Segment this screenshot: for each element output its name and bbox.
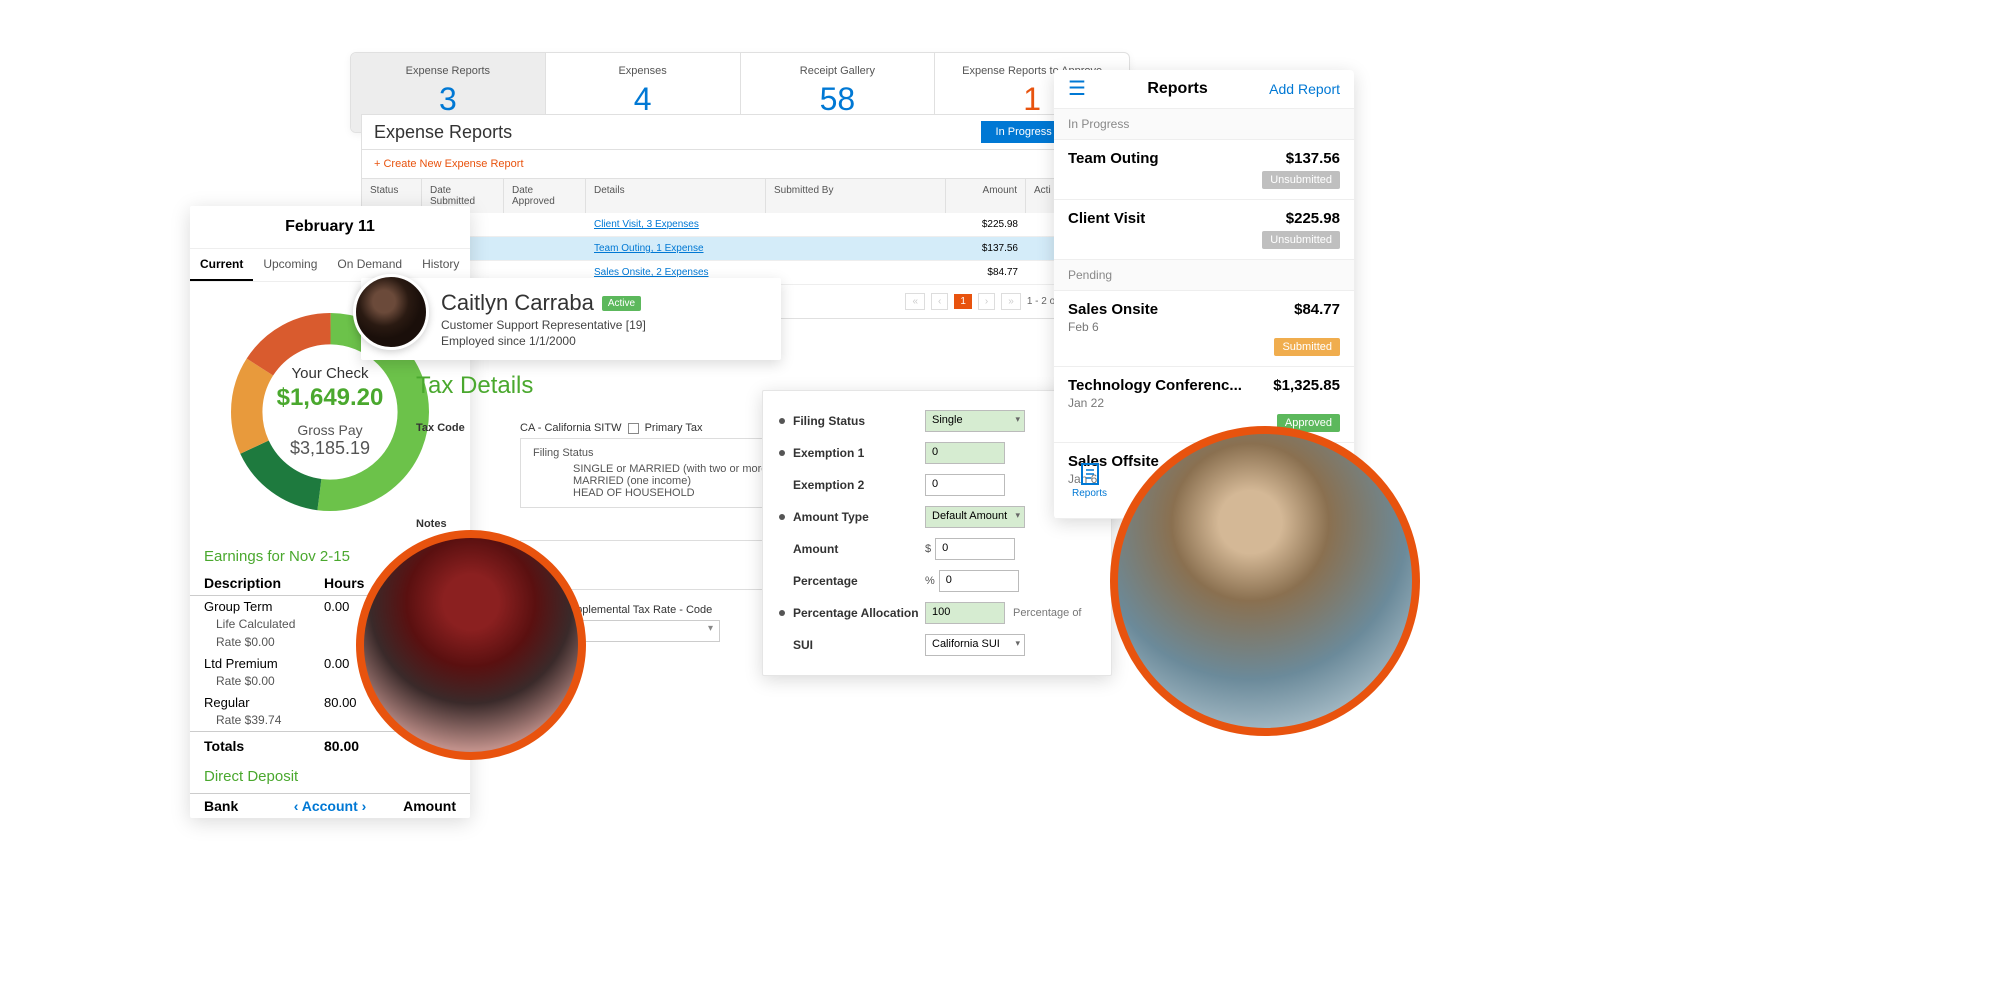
form-row: Percentage Allocation100Percentage of xyxy=(779,597,1095,629)
select-field[interactable]: Default Amount▾ xyxy=(925,506,1025,528)
notes-label: Notes xyxy=(416,518,520,530)
table-row[interactable]: Team Outing, 1 Expense $137.56 xyxy=(362,237,1120,261)
primary-tax-checkbox[interactable] xyxy=(628,423,639,434)
select-field[interactable]: California SUI▾ xyxy=(925,634,1025,656)
document-icon xyxy=(1078,462,1102,486)
form-row: Percentage%0 xyxy=(779,565,1095,597)
form-row: Filing StatusSingle▾ xyxy=(779,405,1095,437)
report-amount: $225.98 xyxy=(1286,210,1340,227)
paycheck-date: February 11 xyxy=(190,206,470,249)
add-report-link[interactable]: Add Report xyxy=(1269,81,1340,97)
report-amount: $137.56 xyxy=(1286,150,1340,167)
status-badge: Submitted xyxy=(1274,338,1340,356)
input-field[interactable]: 0 xyxy=(939,570,1019,592)
field-label: Amount xyxy=(793,542,925,556)
direct-deposit-header: Bank ‹ Account › Amount xyxy=(190,793,470,818)
employee-header-card: Caitlyn CarrabaActive Customer Support R… xyxy=(361,278,781,360)
table-header: Status Date Submitted Date Approved Deta… xyxy=(362,179,1120,213)
input-field[interactable]: 0 xyxy=(935,538,1015,560)
summary-value: 3 xyxy=(361,81,535,118)
report-item[interactable]: Client Visit $225.98 Unsubmitted xyxy=(1054,200,1354,260)
required-dot-icon xyxy=(779,610,785,616)
pager-first-icon[interactable]: « xyxy=(905,293,925,310)
col-details: Details xyxy=(586,179,766,213)
your-check-amount: $1,649.20 xyxy=(277,384,384,412)
report-name: Technology Conferenc... xyxy=(1068,377,1242,394)
form-row: Exemption 10 xyxy=(779,437,1095,469)
summary-value: 4 xyxy=(556,81,730,118)
reports-app-icon[interactable]: Reports xyxy=(1072,462,1107,499)
gross-pay-label: Gross Pay xyxy=(277,422,384,438)
panel-title: Expense Reports xyxy=(374,122,512,143)
decorative-photo xyxy=(356,530,586,760)
details-link[interactable]: Client Visit, 3 Expenses xyxy=(586,213,766,236)
avatar xyxy=(353,274,429,350)
input-field[interactable]: 0 xyxy=(925,442,1005,464)
hamburger-icon[interactable]: ☰ xyxy=(1068,83,1086,95)
summary-label: Expenses xyxy=(556,65,730,77)
report-item[interactable]: Sales Onsite $84.77 Feb 6 Submitted xyxy=(1054,291,1354,367)
report-name: Team Outing xyxy=(1068,150,1159,167)
summary-value: 58 xyxy=(751,81,925,118)
required-dot-icon xyxy=(779,418,785,424)
employee-since: Employed since 1/1/2000 xyxy=(441,334,765,348)
report-item[interactable]: Team Outing $137.56 Unsubmitted xyxy=(1054,140,1354,200)
required-dot-icon xyxy=(779,450,785,456)
tab-tax[interactable]: Ta xyxy=(469,249,470,281)
status-badge: Active xyxy=(602,296,641,311)
tab-current[interactable]: Current xyxy=(190,249,253,281)
status-badge: Unsubmitted xyxy=(1262,231,1340,249)
input-field[interactable]: 0 xyxy=(925,474,1005,496)
reports-title: Reports xyxy=(1147,80,1207,98)
employee-name: Caitlyn CarrabaActive xyxy=(441,290,765,316)
col-date-approved: Date Approved xyxy=(504,179,586,213)
form-row: SUICalifornia SUI▾ xyxy=(779,629,1095,661)
field-label: Filing Status xyxy=(793,414,925,428)
table-row[interactable]: Unsubmitted Client Visit, 3 Expenses $22… xyxy=(362,213,1120,237)
form-row: Exemption 20 xyxy=(779,469,1095,501)
status-badge: Unsubmitted xyxy=(1262,171,1340,189)
details-link[interactable]: Team Outing, 1 Expense xyxy=(586,237,766,260)
field-label: Amount Type xyxy=(793,510,925,524)
required-dot-icon xyxy=(779,514,785,520)
employee-role: Customer Support Representative [19] xyxy=(441,318,765,332)
pager-prev-icon[interactable]: ‹ xyxy=(931,293,948,310)
pager-next-icon[interactable]: › xyxy=(978,293,995,310)
report-date: Jan 22 xyxy=(1068,396,1340,410)
report-name: Client Visit xyxy=(1068,210,1145,227)
pager-current: 1 xyxy=(954,294,972,309)
select-field[interactable]: Single▾ xyxy=(925,410,1025,432)
summary-label: Receipt Gallery xyxy=(751,65,925,77)
section-header: In Progress xyxy=(1054,109,1354,140)
col-submitted-by: Submitted By xyxy=(766,179,946,213)
tab-history[interactable]: History xyxy=(412,249,469,281)
summary-label: Expense Reports xyxy=(361,65,535,77)
report-amount: $1,325.85 xyxy=(1273,377,1340,394)
report-date: Feb 6 xyxy=(1068,320,1340,334)
report-amount: $84.77 xyxy=(1294,301,1340,318)
report-name: Sales Onsite xyxy=(1068,301,1158,318)
form-row: Amount$0 xyxy=(779,533,1095,565)
gross-pay-amount: $3,185.19 xyxy=(277,438,384,459)
form-row: Amount TypeDefault Amount▾ xyxy=(779,501,1095,533)
create-expense-report-link[interactable]: + Create New Expense Report xyxy=(362,150,1120,179)
pager-last-icon[interactable]: » xyxy=(1001,293,1021,310)
account-nav[interactable]: ‹ Account › xyxy=(284,798,376,814)
field-label: Exemption 1 xyxy=(793,446,925,460)
field-label: SUI xyxy=(793,638,925,652)
input-field[interactable]: 100 xyxy=(925,602,1005,624)
col-amount: Amount xyxy=(946,179,1026,213)
decorative-photo xyxy=(1110,426,1420,736)
direct-deposit-title: Direct Deposit xyxy=(190,760,470,793)
field-label: Exemption 2 xyxy=(793,478,925,492)
field-label: Percentage xyxy=(793,574,925,588)
tab-upcoming[interactable]: Upcoming xyxy=(253,249,327,281)
your-check-label: Your Check xyxy=(277,365,384,382)
tax-code-label: Tax Code xyxy=(416,422,520,434)
field-label: Percentage Allocation xyxy=(793,606,925,620)
section-header: Pending xyxy=(1054,260,1354,291)
